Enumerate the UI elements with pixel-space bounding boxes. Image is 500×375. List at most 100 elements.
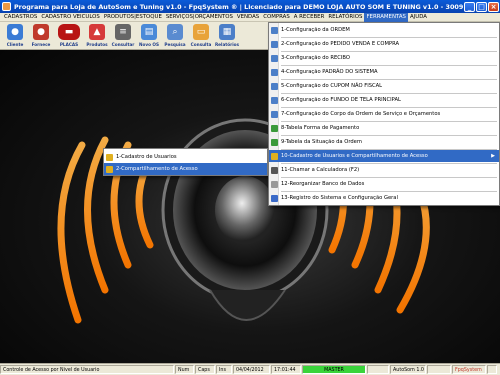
user-icon [106,153,113,161]
usuarios-submenu: 1-Cadastro de Usuarios 2-Compartilhament… [103,148,268,176]
submenu-cadastro-usuarios[interactable]: 1-Cadastro de Usuarios [104,151,267,163]
menu-relatorios[interactable]: RELATÓRIOS [326,13,364,22]
toolbar-label: Consultar [111,42,135,47]
menu-item-label: 9-Tabela da Situação da Ordem [281,139,362,145]
status-bar: Controle de Acesso por Nivel de Usuario … [0,363,500,375]
menu-ferramentas[interactable]: FERRAMENTAS [364,12,408,22]
menu-item-label: 5-Configuração do CUPOM NÃO FISCAL [281,83,383,89]
menu-cadastro-veiculos[interactable]: CADASTRO VEICULOS [39,13,101,22]
menu-item-config-padrao[interactable]: 4-Configuração PADRÃO DO SISTEMA [269,66,499,78]
status-time: 17:01:44 [271,365,301,374]
toolbar-label: Novo OS [138,42,160,47]
menu-item-label: 6-Configuração do FUNDO DE TELA PRINCIPA… [281,97,401,103]
status-blank [427,365,451,374]
doc-icon [271,96,278,104]
menu-item-label: 10-Cadastro de Usuarios e Compartilhamen… [281,153,428,159]
product-icon: ▲ [89,24,105,40]
menu-cadastros[interactable]: CADASTROS [2,13,39,22]
menu-item-config-corpo-ordem[interactable]: 7-Configuração do Corpo da Ordem de Serv… [269,108,499,120]
menu-item-config-pedido[interactable]: 2-Configuração do PEDIDO VENDA E COMPRA [269,38,499,50]
toolbar-consultar-button[interactable]: ≡ Consultar [110,22,136,50]
window-title: Programa para Loja de AutoSom e Tuning v… [14,2,464,11]
status-version: AutoSom 1.0 [390,365,426,374]
new-order-icon: ▤ [141,24,157,40]
doc-icon [271,110,278,118]
toolbar-fornece-button[interactable]: ● Fornece [28,22,54,50]
menu-item-situacao-ordem[interactable]: 9-Tabela da Situação da Ordem [269,136,499,148]
toolbar-label: Consulta [190,42,212,47]
toolbar-novo-os-button[interactable]: ▤ Novo OS [136,22,162,50]
doc-icon [271,82,278,90]
status-message: Controle de Acesso por Nivel de Usuario [0,365,174,374]
submenu-compartilhamento-acesso[interactable]: 2-Compartilhamento de Acesso [104,163,267,175]
maximize-button[interactable]: □ [476,1,487,12]
submenu-label: 2-Compartilhamento de Acesso [116,166,198,172]
doc-icon [271,54,278,62]
menu-item-registro-sistema[interactable]: 13-Registro do Sistema e Configuração Ge… [269,192,499,204]
menu-compras[interactable]: COMPRAS [261,13,292,22]
table-icon [271,138,278,146]
toolbar-label: Produtos [86,42,108,47]
key-icon [271,194,278,202]
submenu-arrow-icon: ▶ [491,153,495,159]
toolbar-consulta-button[interactable]: ▭ Consulta [188,22,214,50]
ferramentas-dropdown: 1-Configuração da ORDEM 2-Configuração d… [268,22,500,206]
status-caps: Caps [195,365,215,374]
menu-item-forma-pagamento[interactable]: 8-Tabela Forma de Pagamento [269,122,499,134]
toolbar-pesquisa-button[interactable]: ⌕ Pesquisa [162,22,188,50]
app-icon [2,2,11,11]
menu-item-label: 2-Configuração do PEDIDO VENDA E COMPRA [281,41,400,47]
menu-vendas[interactable]: VENDAS [235,13,261,22]
users-icon [271,152,278,160]
status-brand: FpqSystem [452,365,486,374]
menu-item-label: 1-Configuração da ORDEM [281,27,350,33]
menu-item-label: 12-Reorganizar Banco de Dados [281,181,365,187]
toolbar-cliente-button[interactable]: ● Cliente [2,22,28,50]
close-button[interactable]: × [488,1,499,12]
folder-icon: ▭ [193,24,209,40]
menu-produtos-estoque[interactable]: PRODUTOS|ESTOQUE [102,13,164,22]
menu-ajuda[interactable]: AJUDA [408,13,429,22]
status-user: MASTER [302,365,366,374]
menu-item-config-recibo[interactable]: 3-Configuração do RECIBO [269,52,499,64]
minimize-button[interactable]: _ [464,1,475,12]
share-icon [106,165,113,173]
doc-icon [271,68,278,76]
search-stack-icon: ≡ [115,24,131,40]
menu-item-config-fundo-tela[interactable]: 6-Configuração do FUNDO DE TELA PRINCIPA… [269,94,499,106]
menu-item-calculadora[interactable]: 11-Chamar a Calculadora (F2) [269,164,499,176]
menu-item-label: 11-Chamar a Calculadora (F2) [281,167,360,173]
menu-item-label: 13-Registro do Sistema e Configuração Ge… [281,195,398,201]
status-date: 04/04/2012 [233,365,270,374]
toolbar-label: Fornece [31,42,51,47]
status-num: Num [175,365,194,374]
doc-icon [271,26,278,34]
menu-item-cadastro-usuarios[interactable]: 10-Cadastro de Usuarios e Compartilhamen… [269,150,499,162]
toolbar-relatorios-button[interactable]: ▦ Relatórios [214,22,240,50]
search-doc-icon: ⌕ [167,24,183,40]
submenu-label: 1-Cadastro de Usuarios [116,154,177,160]
toolbar-placas-button[interactable]: ▬ PLACAS [54,22,84,50]
supplier-icon: ● [33,24,49,40]
person-icon: ● [7,24,23,40]
status-blank [367,365,389,374]
menu-item-reorganizar-banco[interactable]: 12-Reorganizar Banco de Dados [269,178,499,190]
menu-item-config-cupom[interactable]: 5-Configuração do CUPOM NÃO FISCAL [269,80,499,92]
toolbar-label: Pesquisa [164,42,186,47]
doc-icon [271,40,278,48]
menu-item-config-ordem[interactable]: 1-Configuração da ORDEM [269,24,499,36]
toolbar-label: Cliente [6,42,24,47]
database-icon [271,180,278,188]
status-ins: Ins [216,365,232,374]
money-icon [271,124,278,132]
report-icon: ▦ [219,24,235,40]
car-icon: ▬ [58,24,80,40]
toolbar-produtos-button[interactable]: ▲ Produtos [84,22,110,50]
title-bar: Programa para Loja de AutoSom e Tuning v… [0,0,500,13]
menu-a-receber[interactable]: A RECEBER [292,13,327,22]
status-grip [487,365,497,374]
toolbar-label: PLACAS [59,42,79,47]
menu-item-label: 3-Configuração do RECIBO [281,55,350,61]
menu-servicos-orcamentos[interactable]: SERVIÇOS|ORÇAMENTOS [164,13,235,22]
calculator-icon [271,166,278,174]
